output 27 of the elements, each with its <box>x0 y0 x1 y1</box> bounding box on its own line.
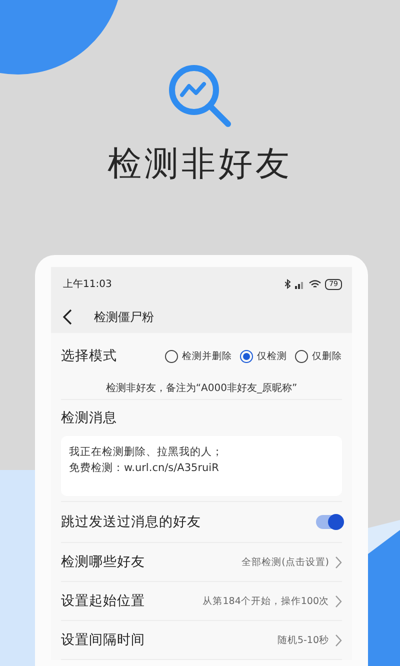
setting-value[interactable]: 从第184个开始，操作100次 <box>202 594 329 608</box>
chevron-icon[interactable] <box>335 556 342 568</box>
chevron-icon[interactable] <box>335 634 342 646</box>
screen-title: 检测僵尸粉 <box>94 308 154 326</box>
bluetooth-icon <box>285 279 292 289</box>
setting-value[interactable]: 随机5-10秒 <box>277 634 329 646</box>
message-field[interactable]: 我正在检测删除、拉黑我的人； 免费检测：w.url.cn/s/A35ruiR <box>61 436 342 496</box>
setting-label: 设置间隔时间 <box>61 631 146 649</box>
setting-label: 跳过发送过消息的好友 <box>61 513 202 531</box>
signal-icon <box>295 280 306 288</box>
search-chart-icon <box>166 62 234 130</box>
mode-option[interactable]: 检测并删除 <box>165 350 232 362</box>
setting-label: 检测哪些好友 <box>61 553 146 571</box>
headline-title: 检测非好友 <box>108 144 292 184</box>
message-label: 检测消息 <box>61 409 117 427</box>
decor-light-wedge <box>368 520 400 554</box>
chevron-icon[interactable] <box>335 594 342 608</box>
mode-hint: 检测非好友，备注为“A000非好友_原昵称” <box>61 379 342 400</box>
mode-option[interactable]: 仅检测 <box>240 350 287 362</box>
status-time: 上午11:03 <box>63 278 112 291</box>
setting-label: 设置起始位置 <box>61 592 146 610</box>
mode-label: 选择模式 <box>61 347 117 365</box>
wifi-icon <box>309 280 322 288</box>
toggle-switch[interactable] <box>316 515 342 529</box>
back-icon[interactable] <box>63 309 72 325</box>
setting-value[interactable]: 全部检测(点击设置) <box>242 556 329 568</box>
mode-option[interactable]: 仅删除 <box>295 350 342 362</box>
